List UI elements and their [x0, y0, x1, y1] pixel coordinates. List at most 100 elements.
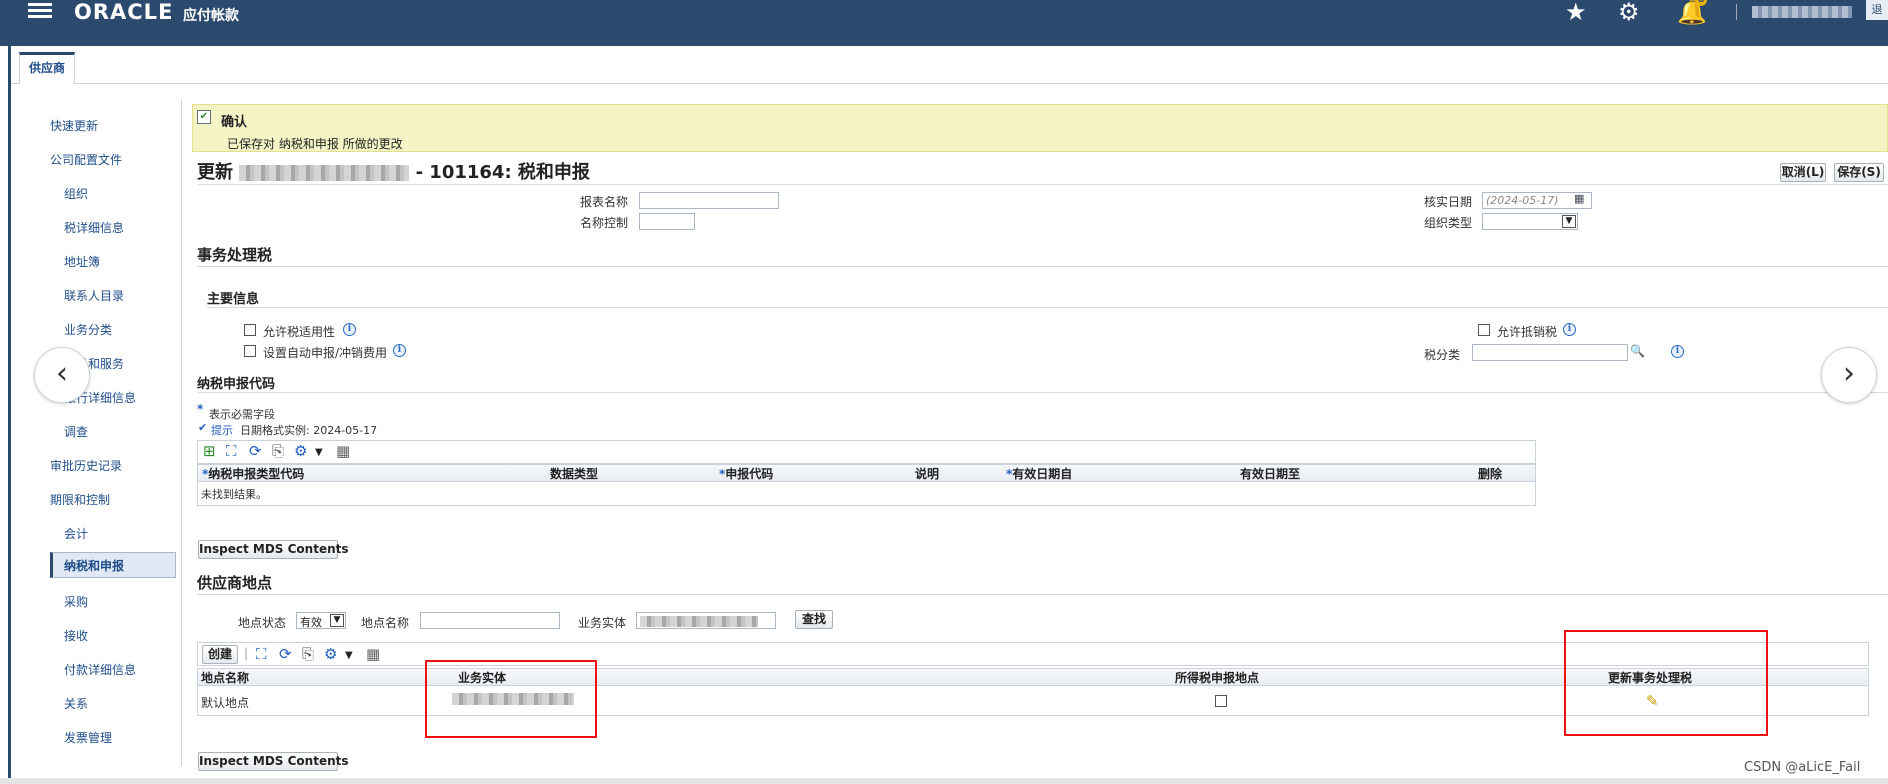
search-icon[interactable]: 🔍 — [1630, 344, 1645, 358]
allow-offset-tax-label: 允许抵销税 — [1497, 325, 1558, 339]
tab-supplier[interactable]: 供应商 — [19, 52, 75, 84]
sidebar-item-relationships[interactable]: 关系 — [64, 695, 88, 712]
source-watermark: CSDN @aLicE_Fail — [1744, 760, 1861, 775]
allow-offset-tax-checkbox[interactable] — [1478, 324, 1490, 336]
page-title-prefix: 更新 — [197, 162, 233, 183]
refresh-icon[interactable]: ⟳ — [249, 443, 262, 459]
required-star-icon: * — [197, 402, 204, 416]
logout-button[interactable]: 退 — [1866, 0, 1888, 20]
sidebar-item-purchasing[interactable]: 采购 — [64, 593, 88, 610]
settings-gear-icon[interactable]: ⚙ — [324, 646, 337, 662]
info-icon[interactable]: i — [1563, 323, 1576, 336]
table-row: 未找到结果。 — [197, 482, 1536, 506]
favorites-star-icon[interactable]: ★ — [1565, 0, 1587, 24]
user-name-redacted[interactable] — [1752, 6, 1852, 18]
grid-icon[interactable]: ▦ — [366, 646, 380, 662]
table-toolbar — [197, 440, 1536, 464]
sidebar-item-receiving[interactable]: 接收 — [64, 627, 88, 644]
sidebar-item-organization[interactable]: 组织 — [64, 185, 88, 202]
save-button[interactable]: 保存(S) — [1834, 163, 1884, 182]
sidebar-item-invoice-management[interactable]: 发票管理 — [64, 729, 112, 746]
grid-icon[interactable]: ▦ — [336, 443, 350, 459]
transaction-tax-heading: 事务处理税 — [197, 246, 273, 264]
add-row-icon[interactable]: ⊞ — [203, 443, 216, 459]
site-status-value: 有效 — [300, 616, 322, 629]
sidebar-item-payment-details[interactable]: 付款详细信息 — [64, 661, 136, 678]
sidebar-item-tax-reporting[interactable]: 纳税和申报 — [50, 552, 176, 578]
settings-gear-icon[interactable]: ⚙ — [1618, 0, 1640, 24]
info-icon[interactable]: i — [393, 344, 406, 357]
highlight-box — [425, 660, 597, 738]
detach-icon[interactable]: ⛶ — [256, 646, 267, 662]
tax-reporting-site-checkbox[interactable] — [1215, 695, 1227, 707]
required-note: 表示必需字段 — [209, 408, 275, 421]
name-control-input[interactable] — [639, 213, 695, 230]
reporting-codes-heading: 纳税申报代码 — [197, 377, 276, 392]
chevron-down-icon[interactable]: ▼ — [345, 648, 353, 664]
confirmation-check-icon: ✔ — [197, 110, 211, 124]
sidebar-item-address-book[interactable]: 地址簿 — [64, 253, 100, 270]
column-header: 有效日期至 — [1240, 467, 1301, 481]
column-header: 说明 — [915, 467, 940, 481]
org-type-select[interactable]: ▼ — [1482, 213, 1578, 230]
hint-icon: ✔ — [198, 421, 208, 434]
site-status-select[interactable]: 有效 ▼ — [296, 612, 346, 629]
site-name-input[interactable] — [420, 612, 560, 629]
next-arrow-icon[interactable]: › — [1821, 347, 1877, 403]
detach-icon[interactable]: ⛶ — [226, 443, 237, 459]
tax-classification-label: 税分类 — [1424, 348, 1461, 362]
chevron-down-icon: ▼ — [330, 614, 344, 627]
menu-icon[interactable] — [28, 0, 52, 24]
column-header: *有效日期自 — [1006, 467, 1073, 481]
info-icon[interactable]: i — [1671, 345, 1684, 358]
cancel-button[interactable]: 取消(L) — [1780, 163, 1826, 182]
name-control-label: 名称控制 — [580, 216, 629, 230]
sidebar-item-terms-control[interactable]: 期限和控制 — [50, 491, 110, 508]
report-name-input[interactable] — [639, 192, 779, 209]
empty-message: 未找到结果。 — [201, 488, 267, 501]
sidebar-item-accounting[interactable]: 会计 — [64, 525, 88, 542]
create-button[interactable]: 创建 — [202, 645, 238, 664]
sidebar-item-approval-history[interactable]: 审批历史记录 — [50, 457, 122, 474]
info-icon[interactable]: i — [343, 323, 356, 336]
settings-gear-icon[interactable]: ⚙ — [294, 443, 307, 459]
export-icon[interactable]: ⎘ — [302, 646, 314, 662]
site-name-label: 地点名称 — [361, 616, 410, 630]
column-header: 数据类型 — [550, 467, 599, 481]
page-title: 更新 - 101164: 税和申报 — [197, 158, 590, 184]
supplier-sites-heading: 供应商地点 — [197, 574, 273, 592]
reporting-codes-table-header: *纳税申报类型代码 数据类型 *申报代码 说明 *有效日期自 有效日期至 删除 — [197, 464, 1536, 482]
sidebar-item-tax-details[interactable]: 税详细信息 — [64, 219, 124, 236]
horizontal-scrollbar[interactable] — [0, 778, 1888, 784]
section-divider — [197, 594, 1888, 595]
inspect-mds-button[interactable]: Inspect MDS Contents — [198, 752, 349, 771]
tax-classification-input[interactable] — [1472, 344, 1628, 361]
export-icon[interactable]: ⎘ — [272, 443, 284, 459]
auto-offset-checkbox[interactable] — [244, 345, 256, 357]
refresh-icon[interactable]: ⟳ — [279, 646, 292, 662]
site-name-cell: 默认地点 — [201, 696, 250, 710]
allow-tax-applicability-checkbox[interactable] — [244, 324, 256, 336]
chevron-down-icon: ▼ — [1562, 215, 1576, 228]
sidebar-item-quick-update[interactable]: 快速更新 — [50, 117, 98, 134]
sidebar-item-contact-directory[interactable]: 联系人目录 — [64, 287, 124, 304]
inspect-mds-button[interactable]: Inspect MDS Contents — [198, 540, 349, 559]
sidebar — [11, 84, 182, 784]
column-header: 地点名称 — [201, 671, 250, 685]
hint-label: 提示 — [211, 424, 233, 437]
chevron-down-icon[interactable]: ▼ — [315, 445, 323, 461]
site-status-label: 地点状态 — [238, 616, 287, 630]
sidebar-item-survey[interactable]: 调查 — [64, 423, 88, 440]
section-divider — [197, 266, 1888, 267]
business-entity-input[interactable] — [636, 612, 776, 629]
section-divider — [197, 392, 1888, 393]
calendar-icon[interactable]: ▦ — [1574, 192, 1584, 205]
previous-arrow-icon[interactable]: ‹ — [34, 347, 90, 403]
tab-bar: 供应商 — [11, 46, 1888, 84]
subsection-divider — [207, 307, 1888, 308]
confirmation-banner: ✔ 确认 已保存对 纳税和申报 所做的更改 — [192, 104, 1888, 152]
search-button[interactable]: 查找 — [795, 610, 833, 629]
sidebar-item-business-classification[interactable]: 业务分类 — [64, 321, 112, 338]
app-name: 应付帐款 — [183, 8, 239, 24]
sidebar-item-company-profile[interactable]: 公司配置文件 — [50, 151, 122, 168]
